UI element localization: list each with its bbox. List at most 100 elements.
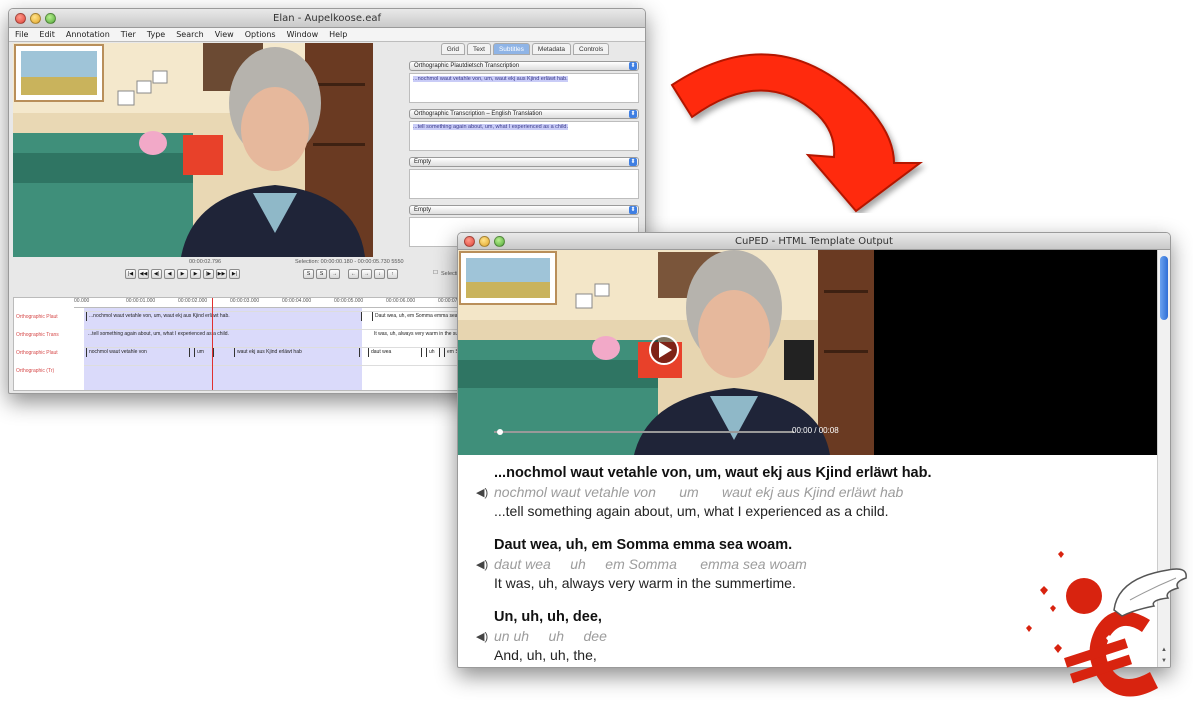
video-frame-illustration: [458, 250, 1158, 455]
menu-tier[interactable]: Tier: [121, 28, 136, 41]
prev-second-button[interactable]: ◀◀: [138, 269, 149, 279]
tier-label-4[interactable]: Orthographic (Tr): [16, 368, 74, 374]
speaker-icon[interactable]: ◀): [476, 484, 488, 502]
ruler-tick: 00:00:02.000: [178, 298, 208, 304]
gloss-text: daut wea uh em Somma emma sea woam: [494, 556, 807, 572]
toggle-crosshair-button[interactable]: →: [329, 269, 340, 279]
annotation[interactable]: waut ekj aus Kjind erläwt hab: [234, 348, 360, 357]
prev-annotation-button[interactable]: ←: [348, 269, 359, 279]
subtitle-panel-3: Empty: [409, 157, 639, 199]
annotation[interactable]: nochmol waut vetahle von: [86, 348, 190, 357]
subtitle-text-2-value: ...tell something again about, um, what …: [413, 124, 569, 130]
annotation[interactable]: daut wea: [368, 348, 422, 357]
time-display: 00:00:02.796: [189, 259, 222, 265]
ruler-tick: 00:00:01.000: [126, 298, 156, 304]
window-controls: [464, 236, 505, 247]
annotation[interactable]: ...tell something again about, um, what …: [86, 330, 362, 339]
tier-label-3[interactable]: Orthographic Plaut: [16, 350, 74, 356]
tier-select-4[interactable]: Empty: [409, 205, 639, 215]
ruler-tick: 00:00:03.000: [230, 298, 260, 304]
cuped-titlebar: CuPED - HTML Template Output: [458, 233, 1170, 250]
tier-select-2[interactable]: Orthographic Transcription – English Tra…: [409, 109, 639, 119]
ruler-tick: 00:00:05.000: [334, 298, 364, 304]
tab-metadata[interactable]: Metadata: [531, 43, 572, 55]
gloss-line: ◀) nochmol waut vetahle von um waut ekj a…: [476, 483, 1134, 501]
minimize-button[interactable]: [30, 13, 41, 24]
prev-frame-button[interactable]: ◀|: [151, 269, 162, 279]
next-step-button[interactable]: ▶: [190, 269, 201, 279]
translation-line: ...tell something again about, um, what …: [494, 503, 889, 519]
prev-step-button[interactable]: ◀: [164, 269, 175, 279]
cuped-video-player[interactable]: 00:00 / 00:08: [458, 250, 1158, 455]
annotation[interactable]: uh: [426, 348, 440, 357]
tab-text[interactable]: Text: [467, 43, 491, 55]
transcript-block: ...nochmol waut vetahle von, um, waut ek…: [476, 463, 1134, 521]
subtitle-text-3: [409, 169, 639, 199]
zoom-button[interactable]: [45, 13, 56, 24]
ruler-tick: 00:00:04.000: [282, 298, 312, 304]
gloss-text: nochmol waut vetahle von um waut ekj aus…: [494, 484, 904, 500]
speaker-icon[interactable]: ◀): [476, 628, 488, 646]
playback-buttons: |◀ ◀◀ ◀| ◀ ▶ ▶ |▶ ▶▶ ▶|: [125, 269, 240, 279]
tier-select-1[interactable]: Orthographic Plautdietsch Transcription: [409, 61, 639, 71]
screenshot-stage: Elan - Aupelkoose.eaf File Edit Annotati…: [0, 0, 1193, 715]
ruler-tick: 00.000: [74, 298, 90, 304]
elan-video-viewer[interactable]: [13, 43, 373, 257]
close-button[interactable]: [464, 236, 475, 247]
tab-subtitles[interactable]: Subtitles: [492, 43, 530, 55]
clear-selection-button[interactable]: S: [316, 269, 327, 279]
annotation[interactable]: um: [194, 348, 214, 357]
next-second-button[interactable]: ▶▶: [216, 269, 227, 279]
minimize-button[interactable]: [479, 236, 490, 247]
tab-grid[interactable]: Grid: [440, 43, 466, 55]
subtitle-text-1: ...nochmol waut vetahle von, um, waut ek…: [409, 73, 639, 103]
ruler-tick: 00:00:06.000: [386, 298, 416, 304]
annotation-down-button[interactable]: ↓: [374, 269, 385, 279]
video-time: 00:00 / 00:08: [792, 426, 839, 435]
menu-search[interactable]: Search: [176, 28, 203, 41]
tab-controls[interactable]: Controls: [573, 43, 610, 55]
curved-arrow-icon: [670, 53, 923, 213]
gloss-text: un uh uh dee: [494, 628, 607, 644]
close-button[interactable]: [15, 13, 26, 24]
window-controls: [15, 13, 56, 24]
menu-edit[interactable]: Edit: [39, 28, 55, 41]
cuped-window-title: CuPED - HTML Template Output: [735, 236, 893, 247]
menu-file[interactable]: File: [15, 28, 28, 41]
original-line: ...nochmol waut vetahle von, um, waut ek…: [494, 465, 932, 481]
menu-window[interactable]: Window: [287, 28, 319, 41]
menu-annotation[interactable]: Annotation: [66, 28, 110, 41]
play-button[interactable]: ▶: [177, 269, 188, 279]
go-to-end-button[interactable]: ▶|: [229, 269, 240, 279]
selection-display: Selection: 00:00:00.180 - 00:00:05.730 5…: [295, 259, 404, 265]
cuped-logo-icon: [1026, 551, 1187, 697]
tier-label-1[interactable]: Orthographic Plaut: [16, 314, 74, 320]
scrollbar-thumb[interactable]: [1160, 256, 1168, 320]
go-to-begin-button[interactable]: |◀: [125, 269, 136, 279]
menu-type[interactable]: Type: [147, 28, 165, 41]
video-frame-illustration: [13, 43, 373, 257]
next-annotation-button[interactable]: →: [361, 269, 372, 279]
zoom-button[interactable]: [494, 236, 505, 247]
subtitle-text-2: ...tell something again about, um, what …: [409, 121, 639, 151]
menu-view[interactable]: View: [215, 28, 234, 41]
elan-menubar: File Edit Annotation Tier Type Search Vi…: [9, 28, 645, 42]
selection-buttons: S S → ← → ↓ ↑: [303, 269, 398, 279]
play-selection-button[interactable]: S: [303, 269, 314, 279]
tier-label-2[interactable]: Orthographic Trans: [16, 332, 74, 338]
next-frame-button[interactable]: |▶: [203, 269, 214, 279]
annotation[interactable]: ...nochmol waut vetahle von, um, waut ek…: [86, 312, 362, 321]
playhead-cursor[interactable]: [212, 298, 213, 390]
menu-help[interactable]: Help: [329, 28, 347, 41]
elan-subtitle-panel: Grid Text Subtitles Metadata Controls Or…: [405, 43, 645, 257]
elan-window-title: Elan - Aupelkoose.eaf: [273, 13, 381, 24]
tier-select-3[interactable]: Empty: [409, 157, 639, 167]
speaker-icon[interactable]: ◀): [476, 556, 488, 574]
menu-options[interactable]: Options: [245, 28, 276, 41]
subtitle-panel-2: Orthographic Transcription – English Tra…: [409, 109, 639, 151]
selection-mode-checkbox[interactable]: ☐: [433, 270, 438, 276]
elan-titlebar: Elan - Aupelkoose.eaf: [9, 9, 645, 28]
subtitle-text-1-value: ...nochmol waut vetahle von, um, waut ek…: [413, 76, 568, 82]
viewer-tabs: Grid Text Subtitles Metadata Controls: [405, 43, 645, 55]
annotation-up-button[interactable]: ↑: [387, 269, 398, 279]
